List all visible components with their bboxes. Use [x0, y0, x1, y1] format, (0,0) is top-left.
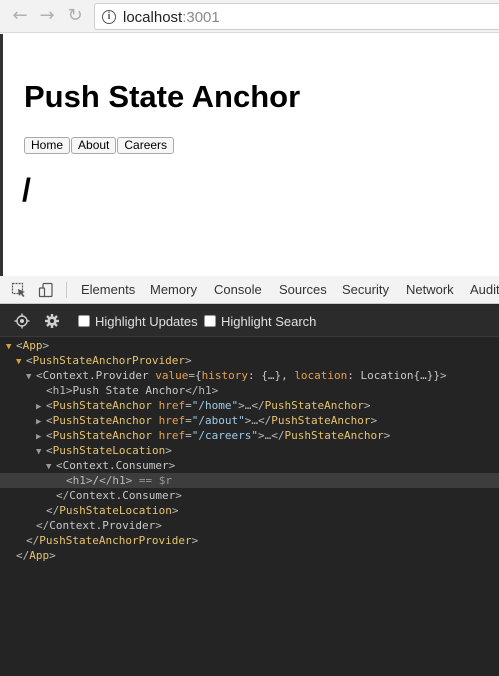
- tag-name: PushStateAnchor: [52, 414, 152, 427]
- back-arrow-icon[interactable]: ←: [10, 6, 30, 26]
- attr-value: "/home": [191, 399, 239, 412]
- tree-node-context-consumer-close[interactable]: </Context.Consumer>: [0, 488, 499, 503]
- attr-name: value: [155, 369, 189, 382]
- tree-node-h1-title[interactable]: <h1>Push State Anchor</h1>: [0, 383, 499, 398]
- tag-name: Context.Consumer: [62, 459, 169, 472]
- tag-name: PushStateAnchor: [264, 399, 364, 412]
- tag-name: PushStateAnchor: [52, 429, 152, 442]
- tree-node-context-consumer[interactable]: ▼ <Context.Consumer>: [0, 458, 499, 473]
- tree-node-h1-selected[interactable]: <h1>/</h1> == $r: [0, 473, 499, 488]
- url-port: :3001: [182, 9, 220, 26]
- tag-name: App: [29, 549, 50, 562]
- highlight-updates-checkbox[interactable]: [78, 315, 90, 327]
- address-bar[interactable]: i localhost:3001: [94, 3, 499, 30]
- tag-name: PushStateAnchor: [284, 429, 384, 442]
- toolbar-divider: [66, 282, 67, 298]
- highlight-search-label: Highlight Search: [221, 314, 317, 329]
- tag-name: Context.Provider: [42, 369, 149, 382]
- attr-name: href: [158, 429, 186, 442]
- devtools-panel: Elements Memory Console Sources Security…: [0, 276, 499, 676]
- page-viewport: Push State Anchor Home About Careers /: [0, 34, 499, 276]
- tree-node-context-provider[interactable]: ▼ <Context.Provider value={history: {…}, …: [0, 368, 499, 383]
- attr-name: href: [158, 399, 186, 412]
- tree-node-anchor-about[interactable]: ▶ <PushStateAnchor href="/about">…</PushS…: [0, 413, 499, 428]
- tree-node-provider-close[interactable]: </PushStateAnchorProvider>: [0, 533, 499, 548]
- browser-toolbar: ← → ↻ i localhost:3001: [0, 0, 499, 33]
- attr-name: href: [158, 414, 186, 427]
- tree-node-anchor-careers[interactable]: ▶ <PushStateAnchor href="/careers">…</Pus…: [0, 428, 499, 443]
- tag-name: App: [22, 339, 43, 352]
- devtools-tab-bar: Elements Memory Console Sources Security…: [0, 276, 499, 304]
- tag-name: Context.Consumer: [69, 489, 176, 502]
- tag-name: PushStateAnchorProvider: [39, 534, 192, 547]
- tree-node-provider[interactable]: ▼ <PushStateAnchorProvider>: [0, 353, 499, 368]
- current-location-heading: /: [22, 172, 31, 208]
- highlight-search-checkbox[interactable]: [204, 315, 216, 327]
- tab-elements[interactable]: Elements: [81, 282, 135, 297]
- highlight-updates-label: Highlight Updates: [95, 314, 198, 329]
- selected-marker: == $r: [132, 474, 172, 487]
- tree-node-app[interactable]: ▼ <App>: [0, 338, 499, 353]
- careers-button[interactable]: Careers: [117, 137, 175, 154]
- settings-gear-icon[interactable]: [44, 313, 60, 329]
- device-toolbar-icon[interactable]: [38, 282, 54, 298]
- tree-node-context-provider-close[interactable]: </Context.Provider>: [0, 518, 499, 533]
- tab-network[interactable]: Network: [406, 282, 454, 297]
- about-button[interactable]: About: [71, 137, 117, 154]
- tree-node-location[interactable]: ▼ <PushStateLocation>: [0, 443, 499, 458]
- inspect-element-icon[interactable]: [11, 282, 27, 298]
- url-host: localhost: [123, 9, 183, 26]
- forward-arrow-icon[interactable]: →: [37, 6, 57, 26]
- tab-memory[interactable]: Memory: [150, 282, 197, 297]
- component-tree: ▼ <App> ▼ <PushStateAnchorProvider> ▼ <Cont…: [0, 338, 499, 676]
- h1-text: Push State Anchor: [72, 384, 186, 397]
- info-icon[interactable]: i: [102, 10, 116, 24]
- react-devtools-toolbar: Highlight Updates Highlight Search: [0, 305, 499, 337]
- tag-name: PushStateAnchor: [52, 399, 152, 412]
- tab-console[interactable]: Console: [214, 282, 262, 297]
- tree-node-location-close[interactable]: </PushStateLocation>: [0, 503, 499, 518]
- attr-value: "/careers": [191, 429, 258, 442]
- tag-name: PushStateAnchorProvider: [32, 354, 185, 367]
- home-button[interactable]: Home: [24, 137, 71, 154]
- tab-audits[interactable]: Audit: [470, 282, 499, 297]
- url-text: localhost:3001: [123, 9, 220, 26]
- tab-security[interactable]: Security: [342, 282, 389, 297]
- tree-node-app-close[interactable]: </App>: [0, 548, 499, 563]
- tree-node-anchor-home[interactable]: ▶ <PushStateAnchor href="/home">…</PushSt…: [0, 398, 499, 413]
- select-component-icon[interactable]: [14, 313, 30, 329]
- tag-name: PushStateAnchor: [271, 414, 371, 427]
- tag-name: Context.Provider: [49, 519, 156, 532]
- anchor-nav: Home About Careers: [24, 137, 175, 154]
- page-title: Push State Anchor: [24, 79, 301, 114]
- attr-value: "/about": [191, 414, 245, 427]
- tag-name: PushStateLocation: [52, 444, 166, 457]
- tab-sources[interactable]: Sources: [279, 282, 327, 297]
- reload-icon[interactable]: ↻: [65, 6, 85, 26]
- tag-name: PushStateLocation: [59, 504, 172, 517]
